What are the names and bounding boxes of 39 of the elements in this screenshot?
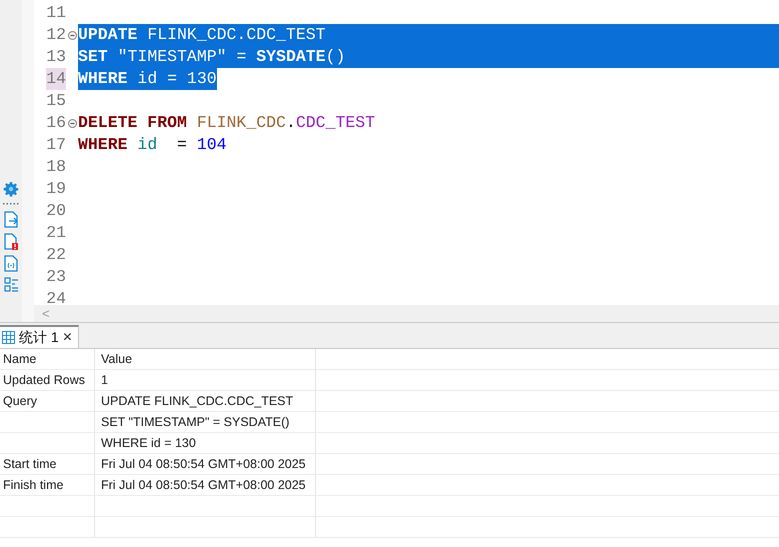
code-line: DELETE FROM FLINK_CDC.CDC_TEST — [78, 112, 376, 134]
file-arrow-icon[interactable] — [4, 211, 18, 228]
table-cell-text: Fri Jul 04 08:50:54 GMT+08:00 2025 — [101, 476, 306, 494]
file-error-icon[interactable] — [4, 233, 18, 250]
column-header: Name — [3, 350, 36, 368]
line-number: 20 — [46, 200, 66, 222]
table-cell-text: Fri Jul 04 08:50:54 GMT+08:00 2025 — [101, 456, 306, 473]
grid-icon — [2, 331, 15, 344]
line-number: 24 — [46, 288, 66, 305]
line-number: 15 — [46, 90, 66, 112]
table-cell-text: Updated Rows — [3, 372, 85, 389]
file-brackets-icon[interactable] — [4, 255, 18, 272]
table-cell-text: Start time — [3, 456, 56, 473]
line-number: 22 — [46, 244, 66, 266]
line-number: 21 — [46, 222, 66, 244]
line-number: 23 — [46, 266, 66, 288]
table-cell-text: UPDATE FLINK_CDC.CDC_TEST — [101, 392, 294, 410]
table-cell-text: Query — [3, 392, 38, 410]
table-cell-text: WHERE id = 130 — [101, 434, 196, 452]
separator-dots-icon — [3, 202, 19, 206]
line-number: 17 — [46, 134, 66, 156]
line-number: 11 — [46, 2, 66, 24]
line-number: 19 — [46, 178, 66, 200]
table-cell-text: 1 — [101, 372, 108, 389]
line-number: 12 — [46, 24, 66, 46]
gear-icon[interactable] — [3, 181, 19, 197]
line-number: 14 — [46, 68, 66, 90]
list-settings-icon[interactable] — [4, 277, 18, 292]
code-line: WHERE id = 104 — [78, 134, 227, 156]
close-icon[interactable]: × — [62, 330, 72, 346]
result-tab[interactable]: 统计 1 × — [0, 325, 80, 348]
table-cell-text: Finish time — [3, 476, 64, 494]
collapse-icon[interactable] — [68, 118, 76, 128]
line-number: 18 — [46, 156, 66, 178]
line-number: 13 — [46, 46, 66, 68]
table-cell-text: SET "TIMESTAMP" = SYSDATE() — [101, 414, 290, 431]
collapse-icon[interactable] — [68, 30, 76, 40]
line-number: 16 — [46, 112, 66, 134]
column-header: Value — [101, 350, 132, 368]
